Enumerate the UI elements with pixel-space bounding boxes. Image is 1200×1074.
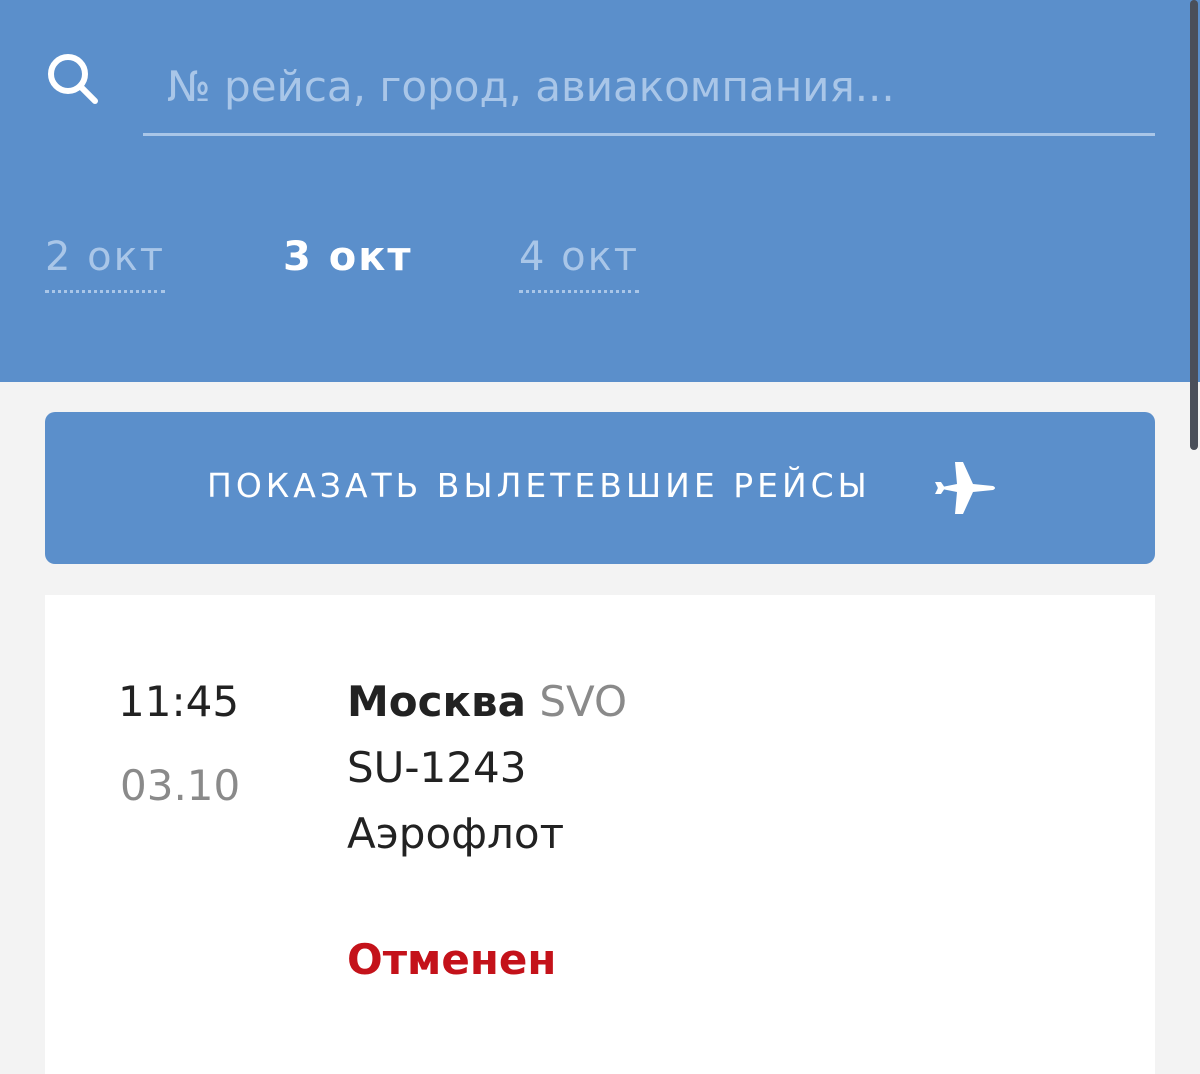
header: 2 окт 3 окт 4 окт: [0, 0, 1200, 382]
flight-airport-code: SVO: [539, 677, 628, 726]
show-departed-label: ПОКАЗАТЬ ВЫЛЕТЕВШИЕ РЕЙСЫ: [207, 466, 871, 505]
search-input[interactable]: [167, 56, 1127, 116]
flight-card[interactable]: 11:45 03.10 Москва SVO SU-1243 Аэрофлот …: [45, 595, 1155, 1074]
search-icon[interactable]: [44, 50, 100, 106]
date-tab-current[interactable]: 3 окт: [283, 234, 413, 280]
flight-city: Москва: [347, 677, 526, 726]
scrollbar[interactable]: [1190, 0, 1198, 450]
search-field: [143, 50, 1155, 136]
flight-status-badge: Отменен: [347, 935, 557, 984]
flight-number: SU-1243: [347, 743, 527, 792]
flight-time: 11:45: [118, 677, 240, 726]
date-tab-prev[interactable]: 2 окт: [45, 234, 166, 293]
show-departed-button[interactable]: ПОКАЗАТЬ ВЫЛЕТЕВШИЕ РЕЙСЫ: [45, 412, 1155, 564]
date-tab-next[interactable]: 4 окт: [519, 234, 640, 293]
flight-airline: Аэрофлот: [347, 809, 565, 858]
flight-destination: Москва SVO: [347, 677, 627, 726]
airplane-icon: [935, 462, 995, 514]
flight-date: 03.10: [120, 761, 241, 810]
